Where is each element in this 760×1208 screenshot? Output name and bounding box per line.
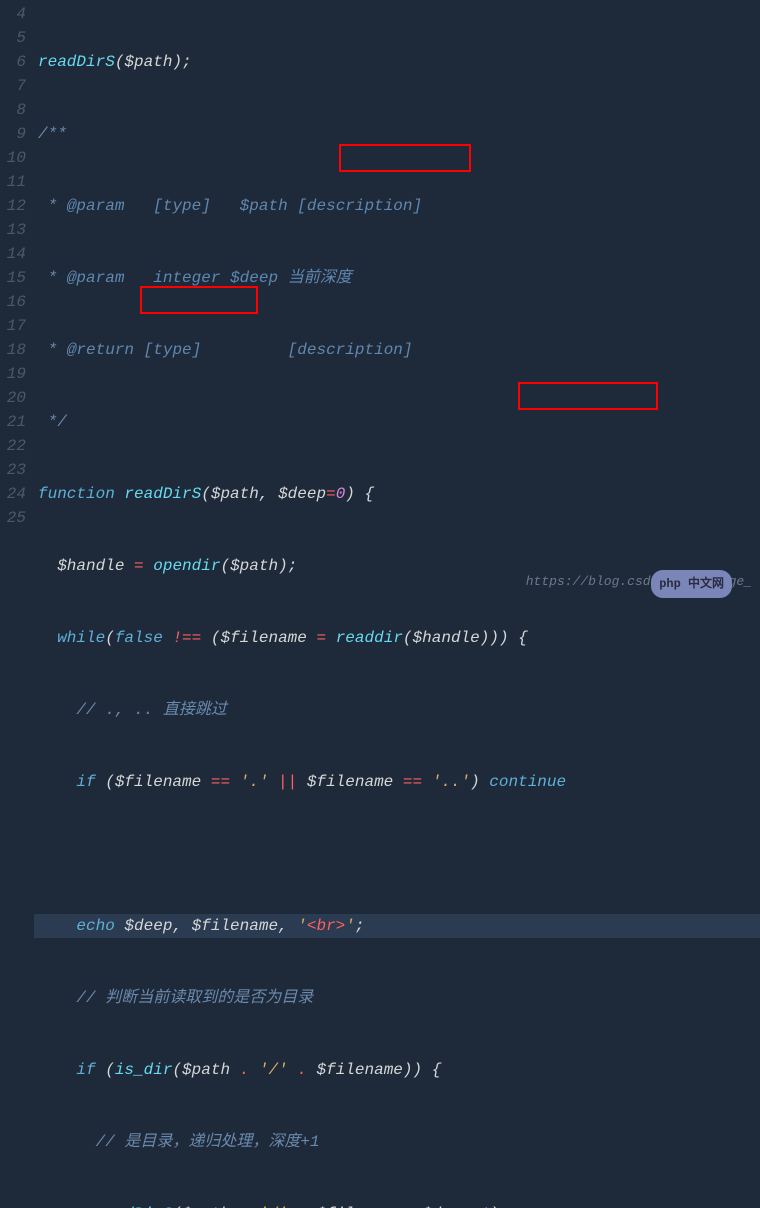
code-line[interactable]: * @param [type] $path [description] (34, 194, 760, 218)
code-line[interactable]: if (is_dir($path . '/' . $filename)) { (34, 1058, 760, 1082)
line-number: 11 (4, 170, 26, 194)
line-number: 4 (4, 2, 26, 26)
line-number: 19 (4, 362, 26, 386)
line-number: 17 (4, 314, 26, 338)
line-number: 14 (4, 242, 26, 266)
code-line[interactable]: // ., .. 直接跳过 (34, 698, 760, 722)
line-number: 15 (4, 266, 26, 290)
line-number: 21 (4, 410, 26, 434)
line-number: 8 (4, 98, 26, 122)
line-number: 9 (4, 122, 26, 146)
code-line[interactable] (34, 842, 760, 866)
line-number: 16 (4, 290, 26, 314)
line-number: 13 (4, 218, 26, 242)
highlight-box (518, 382, 658, 410)
code-line[interactable]: readDirS($path . '/' . $filename, $deep+… (34, 1202, 760, 1208)
line-number: 20 (4, 386, 26, 410)
line-number: 18 (4, 338, 26, 362)
line-number: 7 (4, 74, 26, 98)
code-line-active[interactable]: echo $deep, $filename, '<br>'; (34, 914, 760, 938)
line-number: 10 (4, 146, 26, 170)
line-number: 24 (4, 482, 26, 506)
code-line[interactable]: if ($filename == '.' || $filename == '..… (34, 770, 760, 794)
line-number: 12 (4, 194, 26, 218)
php-logo: php 中文网 (651, 570, 732, 598)
code-line[interactable]: * @param integer $deep 当前深度 (34, 266, 760, 290)
code-line[interactable]: // 判断当前读取到的是否为目录 (34, 986, 760, 1010)
line-number: 5 (4, 26, 26, 50)
code-line[interactable]: while(false !== ($filename = readdir($ha… (34, 626, 760, 650)
code-line[interactable]: readDirS($path); (34, 50, 760, 74)
line-number: 23 (4, 458, 26, 482)
code-line[interactable]: */ (34, 410, 760, 434)
code-editor: 45678910111213141516171819202122232425 r… (0, 0, 760, 604)
highlight-box (140, 286, 258, 314)
code-line[interactable]: /** (34, 122, 760, 146)
highlight-box (339, 144, 471, 172)
code-line[interactable]: function readDirS($path, $deep=0) { (34, 482, 760, 506)
code-line[interactable]: * @return [type] [description] (34, 338, 760, 362)
line-number: 25 (4, 506, 26, 530)
line-gutter: 45678910111213141516171819202122232425 (0, 0, 34, 604)
line-number: 6 (4, 50, 26, 74)
code-area[interactable]: readDirS($path); /** * @param [type] $pa… (34, 0, 760, 604)
code-line[interactable]: // 是目录，递归处理，深度+1 (34, 1130, 760, 1154)
line-number: 22 (4, 434, 26, 458)
